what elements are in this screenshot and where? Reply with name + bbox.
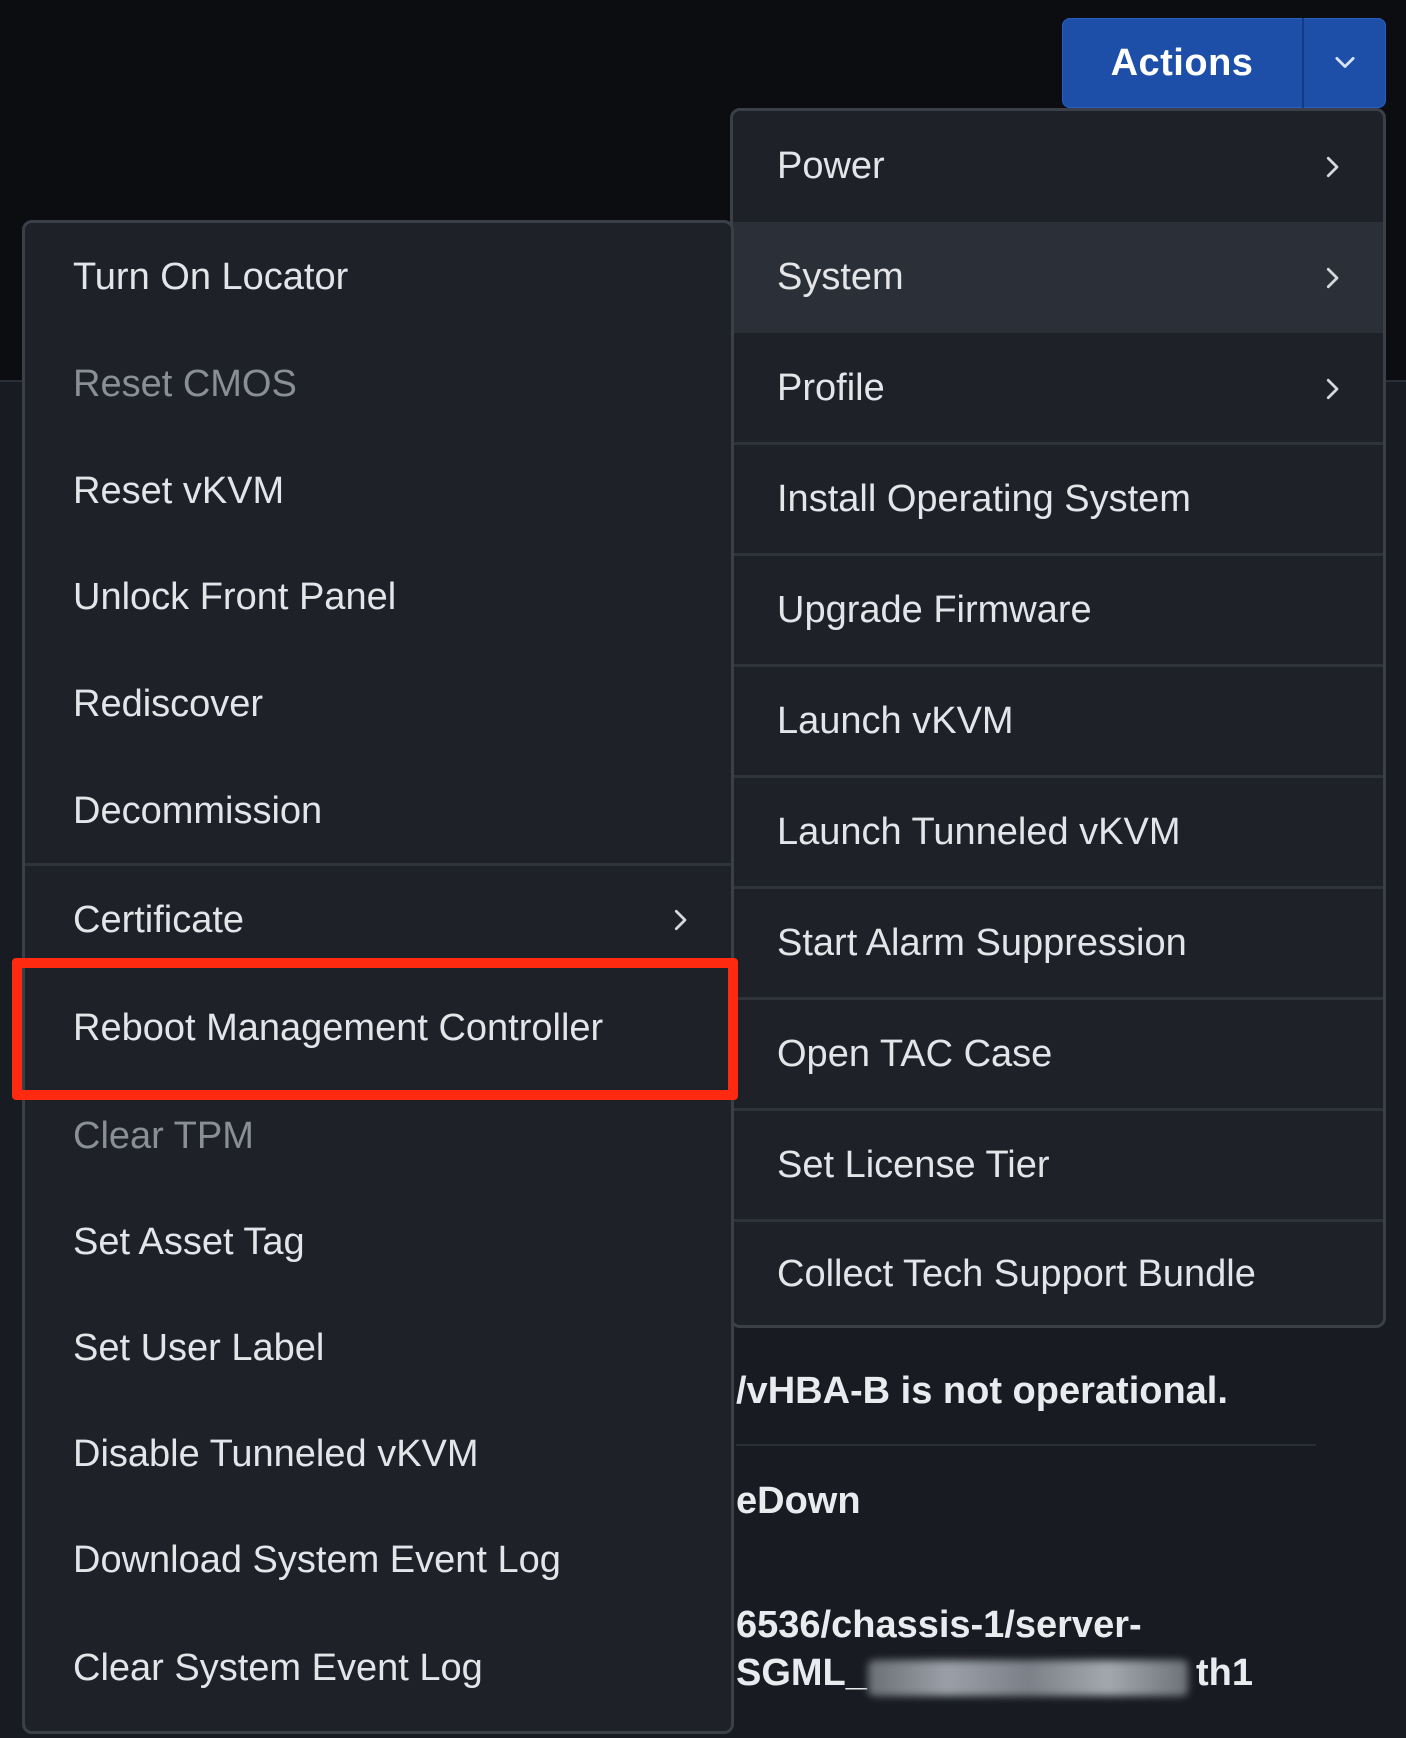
menu-item-label: Set License Tier	[777, 1144, 1050, 1186]
menu-item-open-tac-case[interactable]: Open TAC Case	[733, 999, 1383, 1110]
menu-item-label: Launch Tunneled vKVM	[777, 811, 1181, 853]
menu-item-label: Power	[777, 145, 885, 187]
actions-dropdown-toggle[interactable]	[1304, 18, 1386, 108]
menu-item-label: Reset vKVM	[73, 469, 285, 512]
menu-item-label: Collect Tech Support Bundle	[777, 1252, 1256, 1295]
highlight-box	[12, 958, 738, 1100]
menu-item-upgrade-firmware[interactable]: Upgrade Firmware	[733, 555, 1383, 666]
menu-item-label: Unlock Front Panel	[73, 576, 397, 618]
menu-item-label: Decommission	[73, 789, 323, 832]
menu-item-label: Certificate	[73, 898, 245, 941]
menu-item-collect-tech-support-bundle[interactable]: Collect Tech Support Bundle	[733, 1221, 1383, 1327]
screen: /vHBA-B is not operational. eDown 6536/c…	[0, 0, 1406, 1738]
background-divider	[736, 1444, 1316, 1446]
menu-item-label: Install Operating System	[777, 478, 1191, 520]
path-fragment-line-2-suffix: th1	[1196, 1652, 1253, 1694]
actions-button[interactable]: Actions	[1062, 18, 1386, 108]
menu-item-download-system-event-log[interactable]: Download System Event Log	[25, 1508, 731, 1613]
menu-separator	[25, 863, 731, 866]
chevron-right-icon	[1326, 267, 1339, 288]
menu-item-label: Upgrade Firmware	[777, 589, 1092, 631]
menu-item-decommission[interactable]: Decommission	[25, 757, 731, 865]
menu-item-label: Launch vKVM	[777, 700, 1014, 742]
menu-item-label: Clear TPM	[73, 1115, 254, 1157]
menu-item-start-alarm-suppression[interactable]: Start Alarm Suppression	[733, 888, 1383, 999]
actions-button-label[interactable]: Actions	[1062, 18, 1302, 108]
menu-item-label: Reset CMOS	[73, 363, 297, 405]
menu-item-power[interactable]: Power	[733, 111, 1383, 222]
menu-item-turn-on-locator[interactable]: Turn On Locator	[25, 223, 731, 331]
menu-item-launch-vkvm[interactable]: Launch vKVM	[733, 666, 1383, 777]
menu-item-set-asset-tag[interactable]: Set Asset Tag	[25, 1190, 731, 1295]
menu-item-system[interactable]: System	[733, 222, 1383, 333]
menu-item-label: Disable Tunneled vKVM	[73, 1433, 479, 1475]
menu-item-unlock-front-panel[interactable]: Unlock Front Panel	[25, 544, 731, 651]
menu-item-launch-tunneled-vkvm[interactable]: Launch Tunneled vKVM	[733, 777, 1383, 888]
menu-item-clear-system-event-log[interactable]: Clear System Event Log	[25, 1613, 731, 1723]
menu-item-reset-cmos: Reset CMOS	[25, 331, 731, 438]
actions-menu: Power System Profile Install Operating Syst…	[730, 108, 1386, 1328]
menu-item-label: Start Alarm Suppression	[777, 922, 1187, 964]
menu-item-label: Profile	[777, 367, 885, 409]
menu-item-label: Open TAC Case	[777, 1033, 1053, 1075]
redacted-text	[868, 1660, 1188, 1696]
menu-item-install-operating-system[interactable]: Install Operating System	[733, 444, 1383, 555]
menu-item-reset-vkvm[interactable]: Reset vKVM	[25, 438, 731, 544]
menu-item-label: System	[777, 256, 904, 298]
chevron-right-icon	[1326, 378, 1339, 399]
menu-item-label: Turn On Locator	[73, 255, 349, 298]
menu-item-disable-tunneled-vkvm[interactable]: Disable Tunneled vKVM	[25, 1401, 731, 1508]
path-fragment-line-1: 6536/chassis-1/server-	[736, 1604, 1142, 1646]
alert-message-fragment: /vHBA-B is not operational.	[736, 1370, 1228, 1412]
menu-item-set-user-label[interactable]: Set User Label	[25, 1295, 731, 1401]
menu-item-profile[interactable]: Profile	[733, 333, 1383, 444]
menu-item-label: Clear System Event Log	[73, 1646, 483, 1689]
menu-item-rediscover[interactable]: Rediscover	[25, 651, 731, 757]
menu-item-label: Set Asset Tag	[73, 1221, 305, 1263]
menu-item-set-license-tier[interactable]: Set License Tier	[733, 1110, 1383, 1221]
menu-item-label: Rediscover	[73, 682, 264, 725]
chevron-right-icon	[674, 909, 687, 931]
state-fragment: eDown	[736, 1480, 861, 1522]
chevron-right-icon	[1326, 156, 1339, 177]
path-fragment-line-2-prefix: SGML_	[736, 1652, 867, 1694]
menu-item-label: Set User Label	[73, 1326, 325, 1369]
chevron-down-icon	[1335, 56, 1355, 68]
menu-item-label: Download System Event Log	[73, 1539, 561, 1581]
